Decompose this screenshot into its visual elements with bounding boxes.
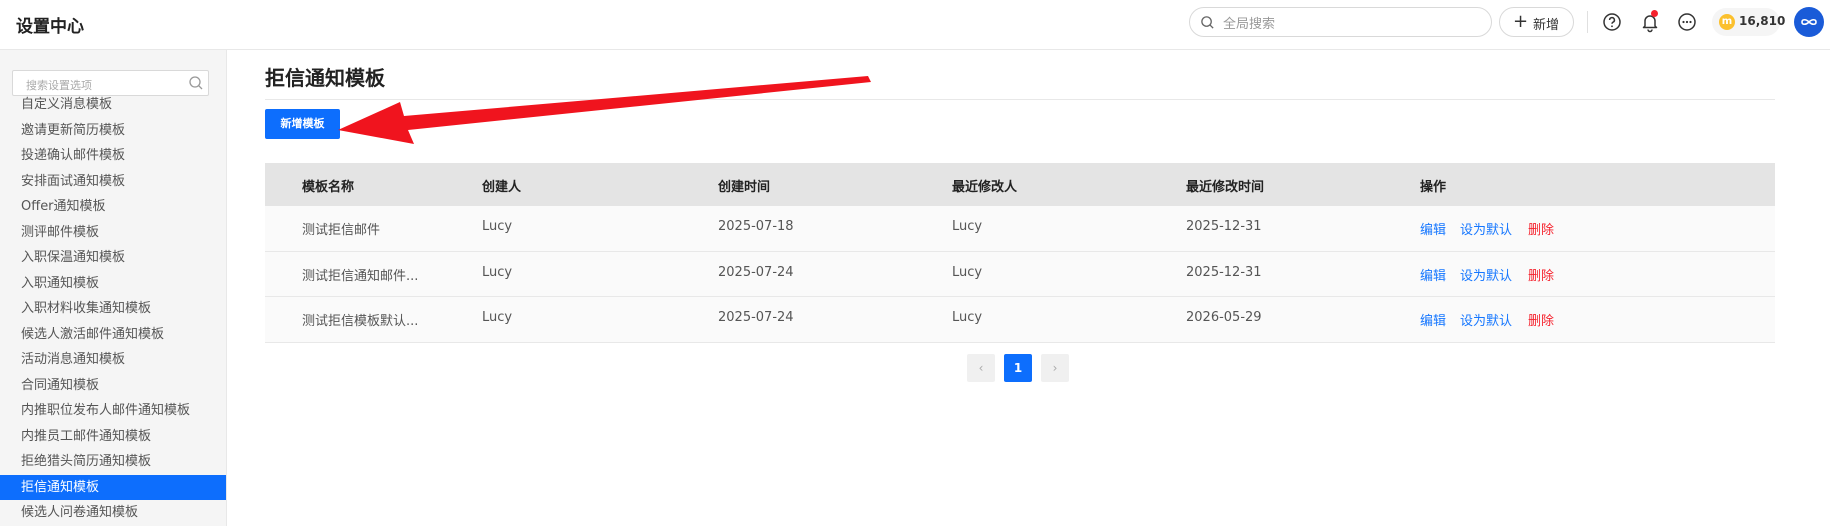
sidebar-item-contract-notice[interactable]: 合同通知模板 <box>0 373 226 399</box>
cell-modified-time: 2025-12-31 <box>1186 219 1262 234</box>
edit-link[interactable]: 编辑 <box>1420 219 1446 238</box>
sidebar-item-assessment-email[interactable]: 测评邮件模板 <box>0 220 226 246</box>
search-placeholder: 全局搜索 <box>1223 17 1276 32</box>
cell-modifier: Lucy <box>952 219 983 234</box>
sidebar-item-rejection-notice[interactable]: 拒信通知模板 <box>0 474 226 500</box>
sidebar-item-candidate-survey[interactable]: 候选人问卷通知模板 <box>0 500 226 526</box>
annotation-arrow-icon <box>338 76 871 144</box>
column-header-modifier: 最近修改人 <box>952 180 1018 195</box>
table-row: 测试拒信模板默认... Lucy 2025-07-24 Lucy 2026-05… <box>265 297 1775 343</box>
search-icon <box>189 76 203 90</box>
main-content: 拒信通知模板 新增模板 模板名称 创建人 创建时间 最近修改人 最近修改时间 操… <box>228 50 1830 526</box>
edit-link[interactable]: 编辑 <box>1420 310 1446 329</box>
set-default-link[interactable]: 设为默认 <box>1460 265 1512 284</box>
global-search-input[interactable]: 全局搜索 <box>1189 7 1492 37</box>
sidebar-item-interview-notice[interactable]: 安排面试通知模板 <box>0 169 226 195</box>
pagination-next-button[interactable]: › <box>1041 354 1069 382</box>
cell-created-time: 2025-07-24 <box>718 264 794 280</box>
cell-created-time: 2025-07-18 <box>718 219 794 234</box>
app-title: 设置中心 <box>16 17 84 37</box>
column-header-created: 创建时间 <box>718 180 771 195</box>
column-header-name: 模板名称 <box>302 180 355 195</box>
delete-link[interactable]: 删除 <box>1528 265 1554 284</box>
more-icon[interactable] <box>1676 11 1698 33</box>
sidebar-item-offer-notice[interactable]: Offer通知模板 <box>0 194 226 220</box>
cell-modifier: Lucy <box>952 264 983 280</box>
column-header-actions: 操作 <box>1420 180 1447 195</box>
sidebar-item-reject-headhunter[interactable]: 拒绝猎头简历通知模板 <box>0 449 226 475</box>
plus-icon: + <box>1513 11 1529 32</box>
coin-value: 16,810 <box>1739 14 1786 28</box>
sidebar-item-referral-publisher[interactable]: 内推职位发布人邮件通知模板 <box>0 398 226 424</box>
cell-created-time: 2025-07-24 <box>718 310 794 325</box>
coin-icon: m <box>1719 14 1735 30</box>
sidebar-item-onboarding-warmup[interactable]: 入职保温通知模板 <box>0 245 226 271</box>
sidebar-item-resume-update[interactable]: 邀请更新简历模板 <box>0 118 226 144</box>
cell-creator: Lucy <box>482 310 513 325</box>
search-icon <box>1201 16 1214 29</box>
new-button-label: 新增 <box>1533 18 1560 33</box>
pagination-page-1[interactable]: 1 <box>1004 354 1032 382</box>
settings-sidebar: 自定义消息模板 邀请更新简历模板 投递确认邮件模板 安排面试通知模板 Offer… <box>0 50 227 526</box>
help-icon[interactable] <box>1601 11 1623 33</box>
cell-creator: Lucy <box>482 264 513 280</box>
set-default-link[interactable]: 设为默认 <box>1460 310 1512 329</box>
sidebar-search-input[interactable]: 搜索设置选项 <box>12 70 209 96</box>
sidebar-item-candidate-activation[interactable]: 候选人激活邮件通知模板 <box>0 322 226 348</box>
set-default-link[interactable]: 设为默认 <box>1460 219 1512 238</box>
sidebar-item-referral-employee[interactable]: 内推员工邮件通知模板 <box>0 424 226 450</box>
table-row: 测试拒信通知邮件... Lucy 2025-07-24 Lucy 2025-12… <box>265 251 1775 297</box>
header-divider <box>1587 11 1588 33</box>
cell-creator: Lucy <box>482 219 513 234</box>
sidebar-search-placeholder: 搜索设置选项 <box>26 79 92 92</box>
sidebar-item-onboarding-materials[interactable]: 入职材料收集通知模板 <box>0 296 226 322</box>
delete-link[interactable]: 删除 <box>1528 219 1554 238</box>
table-row: 测试拒信邮件 Lucy 2025-07-18 Lucy 2025-12-31 编… <box>265 206 1775 252</box>
avatar[interactable] <box>1794 7 1824 37</box>
add-template-button[interactable]: 新增模板 <box>265 109 340 139</box>
cell-modified-time: 2025-12-31 <box>1186 264 1262 280</box>
cell-template-name: 测试拒信邮件 <box>302 223 381 238</box>
notification-dot <box>1651 10 1658 17</box>
sidebar-item-delivery-confirm[interactable]: 投递确认邮件模板 <box>0 143 226 169</box>
sidebar-menu: 自定义消息模板 邀请更新简历模板 投递确认邮件模板 安排面试通知模板 Offer… <box>0 92 226 526</box>
cell-template-name: 测试拒信通知邮件... <box>302 268 419 284</box>
table-header: 模板名称 创建人 创建时间 最近修改人 最近修改时间 操作 <box>265 163 1775 206</box>
top-header: 设置中心 全局搜索 + 新增 m 16,810 <box>0 0 1830 50</box>
pagination-prev-button[interactable]: ‹ <box>967 354 995 382</box>
cell-modifier: Lucy <box>952 310 983 325</box>
coin-balance[interactable]: m 16,810 <box>1712 8 1785 36</box>
sidebar-item-event-message[interactable]: 活动消息通知模板 <box>0 347 226 373</box>
avatar-logo-icon <box>1801 18 1817 26</box>
new-button[interactable]: + 新增 <box>1499 7 1574 37</box>
sidebar-item-onboarding-notice[interactable]: 入职通知模板 <box>0 271 226 297</box>
edit-link[interactable]: 编辑 <box>1420 265 1446 284</box>
cell-modified-time: 2026-05-29 <box>1186 310 1262 325</box>
template-table: 模板名称 创建人 创建时间 最近修改人 最近修改时间 操作 测试拒信邮件 Luc… <box>265 163 1775 343</box>
delete-link[interactable]: 删除 <box>1528 310 1554 329</box>
column-header-creator: 创建人 <box>482 180 522 195</box>
cell-template-name: 测试拒信模板默认... <box>302 314 419 329</box>
column-header-modified: 最近修改时间 <box>1186 180 1265 195</box>
